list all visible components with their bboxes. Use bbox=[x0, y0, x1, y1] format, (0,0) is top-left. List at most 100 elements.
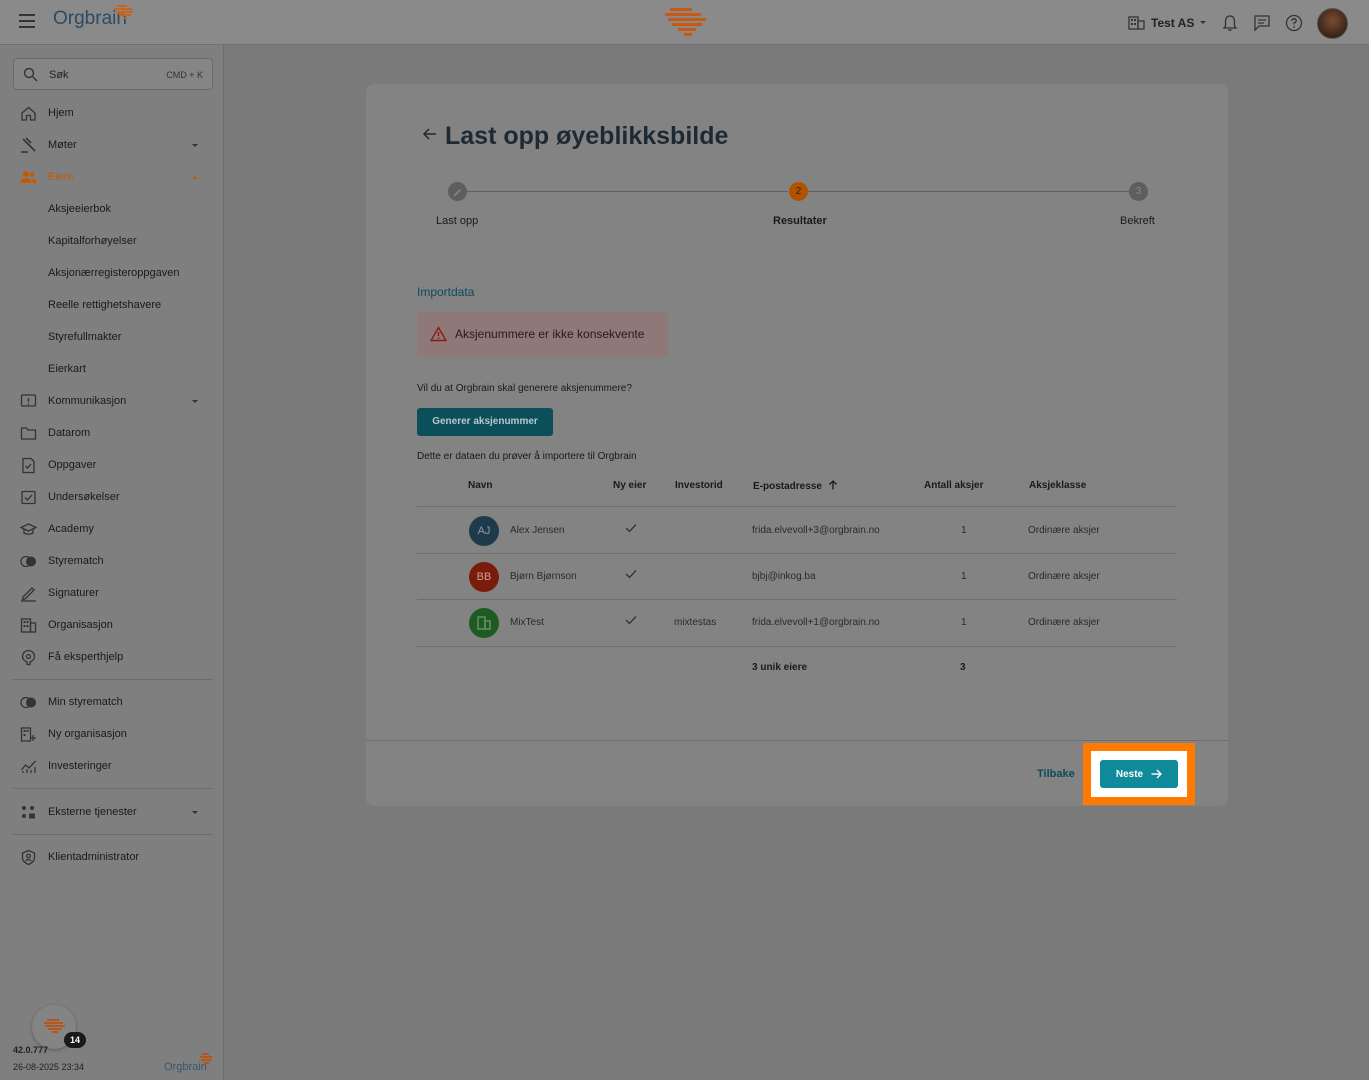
survey-icon bbox=[21, 490, 36, 504]
sidebar-item-label: Investeringer bbox=[48, 760, 112, 772]
add-building-icon bbox=[20, 726, 36, 742]
folder-icon bbox=[20, 426, 37, 440]
sidebar-item-signaturer[interactable]: Signaturer bbox=[0, 579, 224, 607]
search-shortcut: CMD + K bbox=[166, 70, 203, 80]
search-icon bbox=[23, 67, 38, 82]
chevron-down-icon bbox=[192, 143, 198, 147]
column-header-epost[interactable]: E-postadresse bbox=[753, 480, 838, 492]
sort-ascending-icon bbox=[828, 480, 837, 490]
cell-name: MixTest bbox=[510, 617, 544, 628]
sidebar-item-investeringer[interactable]: Investeringer bbox=[0, 752, 224, 780]
sidebar-item-label: Min styrematch bbox=[48, 696, 123, 708]
generate-share-numbers-button[interactable]: Generer aksjenummer bbox=[417, 408, 553, 436]
gavel-icon bbox=[21, 136, 36, 153]
sidebar-item-oppgaver[interactable]: Oppgaver bbox=[0, 451, 224, 479]
search-input[interactable]: Søk bbox=[49, 69, 69, 81]
sidebar-item-styrematch[interactable]: Styrematch bbox=[0, 547, 224, 575]
sidebar-item-label: Signaturer bbox=[48, 587, 99, 599]
search-box[interactable]: Søk CMD + K bbox=[13, 58, 213, 90]
top-bar: Orgbrain Test AS bbox=[0, 0, 1369, 45]
sidebar-item-undersokelser[interactable]: Undersøkelser bbox=[0, 483, 224, 511]
cell-email: bjbj@inkog.ba bbox=[752, 571, 816, 582]
shield-icon bbox=[21, 849, 36, 865]
column-header-ny-eier[interactable]: Ny eier bbox=[613, 480, 646, 491]
summary-owners: 3 unik eiere bbox=[752, 662, 808, 673]
pencil-icon bbox=[453, 189, 461, 197]
step-label-last-opp: Last opp bbox=[436, 215, 479, 227]
sidebar-item-klientadministrator[interactable]: Klientadministrator bbox=[0, 843, 224, 871]
announcement-icon bbox=[20, 393, 37, 407]
column-header-navn[interactable]: Navn bbox=[468, 480, 492, 491]
next-button[interactable]: Neste bbox=[1100, 760, 1178, 788]
sidebar-item-eiere[interactable]: Eiere bbox=[0, 163, 224, 191]
chevron-down-icon bbox=[192, 399, 198, 403]
table-divider bbox=[417, 646, 1177, 647]
sidebar-item-min-styrematch[interactable]: Min styrematch bbox=[0, 688, 224, 716]
sidebar-item-moter[interactable]: Møter bbox=[0, 131, 224, 159]
user-avatar[interactable] bbox=[1317, 8, 1348, 39]
sidebar-sub-aksjonaerregisteroppgaven[interactable]: Aksjonærregisteroppgaven bbox=[48, 267, 179, 279]
sidebar-item-label: Klientadministrator bbox=[48, 851, 140, 863]
sidebar-item-eksterne-tjenester[interactable]: Eksterne tjenester bbox=[0, 798, 224, 826]
sidebar-item-datarom[interactable]: Datarom bbox=[0, 419, 224, 447]
cell-email: frida.elvevoll+3@orgbrain.no bbox=[752, 525, 880, 536]
sidebar-divider bbox=[13, 834, 213, 835]
help-icon[interactable] bbox=[1285, 14, 1303, 32]
sidebar-item-ny-organisasjon[interactable]: Ny organisasjon bbox=[0, 720, 224, 748]
sidebar-sub-styrefullmakter[interactable]: Styrefullmakter bbox=[48, 331, 121, 343]
sidebar-item-label: Eksterne tjenester bbox=[48, 806, 137, 818]
step-2-active: 2 bbox=[789, 182, 808, 201]
sidebar-sub-aksjeeierbok[interactable]: Aksjeeierbok bbox=[48, 203, 111, 215]
cell-class: Ordinære aksjer bbox=[1028, 525, 1100, 536]
external-services-icon bbox=[22, 805, 35, 818]
generate-question: Vil du at Orgbrain skal generere aksjenu… bbox=[417, 383, 632, 394]
build-date: 26-08-2025 23:34 bbox=[13, 1062, 85, 1072]
org-switcher[interactable]: Test AS bbox=[1128, 15, 1207, 30]
cell-shares: 1 bbox=[961, 525, 967, 536]
back-arrow-icon[interactable] bbox=[422, 126, 438, 142]
arrow-right-icon bbox=[1151, 769, 1163, 779]
cell-name: Alex Jensen bbox=[510, 525, 565, 536]
step-1-done bbox=[448, 182, 467, 201]
sidebar-item-label: Hjem bbox=[48, 107, 74, 119]
sidebar-item-organisasjon[interactable]: Organisasjon bbox=[0, 611, 224, 639]
warning-text: Aksjenummere er ikke konsekvente bbox=[455, 327, 645, 341]
column-header-investorid[interactable]: Investorid bbox=[675, 480, 723, 491]
bell-icon[interactable] bbox=[1221, 14, 1239, 32]
import-card: Last opp øyeblikksbilde 2 3 Last opp Res… bbox=[366, 84, 1228, 806]
cell-name: Bjørn Bjørnson bbox=[510, 571, 577, 582]
styrematch-icon bbox=[20, 696, 36, 708]
logo[interactable]: Orgbrain bbox=[53, 5, 133, 30]
column-header-antall-aksjer[interactable]: Antall aksjer bbox=[924, 480, 983, 491]
sidebar-item-label: Organisasjon bbox=[48, 619, 113, 631]
sidebar-sub-kapitalforhoyelser[interactable]: Kapitalforhøyelser bbox=[48, 235, 137, 247]
step-3: 3 bbox=[1129, 182, 1148, 201]
chevron-down-icon bbox=[192, 810, 198, 814]
chart-icon bbox=[20, 760, 36, 773]
sidebar-item-label: Datarom bbox=[48, 427, 91, 439]
brain-logo-icon bbox=[200, 1053, 212, 1064]
stepper-line bbox=[808, 191, 1129, 192]
cell-email: frida.elvevoll+1@orgbrain.no bbox=[752, 617, 880, 628]
stepper-line bbox=[467, 191, 788, 192]
summary-shares: 3 bbox=[960, 662, 966, 673]
cell-investorid: mixtestas bbox=[674, 617, 717, 628]
sidebar-item-academy[interactable]: Academy bbox=[0, 515, 224, 543]
menu-icon[interactable] bbox=[19, 14, 35, 28]
chat-icon[interactable] bbox=[1253, 14, 1271, 32]
table-divider bbox=[417, 599, 1177, 600]
sidebar-item-eksperthjelp[interactable]: Få eksperthjelp bbox=[0, 643, 224, 671]
sidebar-item-hjem[interactable]: Hjem bbox=[0, 99, 224, 127]
back-button[interactable]: Tilbake bbox=[1037, 768, 1075, 780]
cell-class: Ordinære aksjer bbox=[1028, 617, 1100, 628]
expert-help-icon bbox=[21, 649, 36, 665]
org-name: Test AS bbox=[1151, 15, 1195, 30]
column-header-aksjeklasse[interactable]: Aksjeklasse bbox=[1029, 480, 1086, 491]
footer-logo: Orgbrain bbox=[164, 1053, 212, 1073]
table-divider bbox=[417, 506, 1177, 507]
sidebar-sub-eierkart[interactable]: Eierkart bbox=[48, 363, 86, 375]
avatar bbox=[469, 608, 499, 638]
sidebar-item-kommunikasjon[interactable]: Kommunikasjon bbox=[0, 387, 224, 415]
sidebar-sub-reelle-rettighetshavere[interactable]: Reelle rettighetshavere bbox=[48, 299, 161, 311]
chevron-down-icon bbox=[1200, 21, 1207, 24]
